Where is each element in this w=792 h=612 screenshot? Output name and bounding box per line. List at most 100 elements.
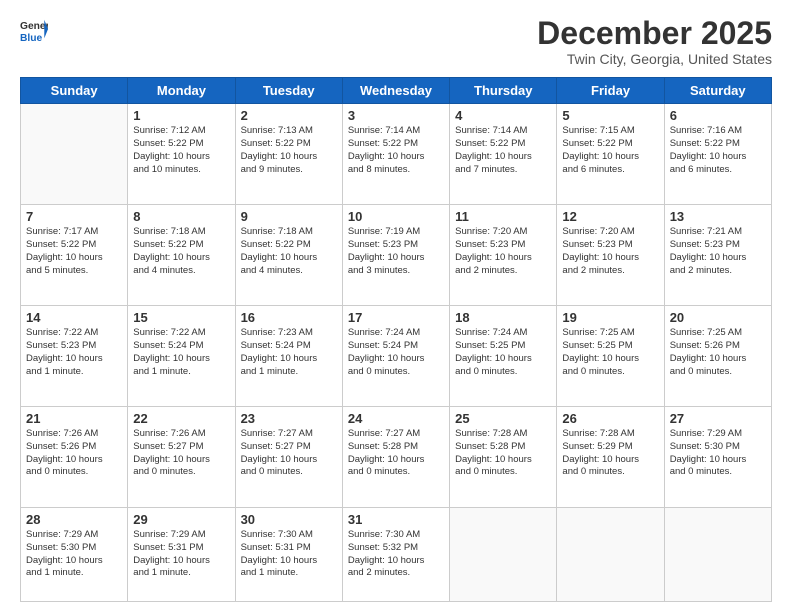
table-row: 7 Sunrise: 7:17 AMSunset: 5:22 PMDaylight…	[21, 205, 128, 306]
day-info: Sunrise: 7:26 AMSunset: 5:26 PMDaylight:…	[26, 428, 122, 479]
calendar-header-row: Sunday Monday Tuesday Wednesday Thursday…	[21, 78, 772, 104]
day-info: Sunrise: 7:24 AMSunset: 5:24 PMDaylight:…	[348, 327, 444, 378]
day-number: 11	[455, 209, 551, 224]
day-number: 10	[348, 209, 444, 224]
day-info: Sunrise: 7:28 AMSunset: 5:29 PMDaylight:…	[562, 428, 658, 479]
day-number: 2	[241, 108, 337, 123]
day-info: Sunrise: 7:27 AMSunset: 5:28 PMDaylight:…	[348, 428, 444, 479]
day-info: Sunrise: 7:16 AMSunset: 5:22 PMDaylight:…	[670, 125, 766, 176]
day-info: Sunrise: 7:28 AMSunset: 5:28 PMDaylight:…	[455, 428, 551, 479]
day-number: 21	[26, 411, 122, 426]
day-number: 8	[133, 209, 229, 224]
title-block: December 2025 Twin City, Georgia, United…	[537, 16, 772, 67]
day-info: Sunrise: 7:22 AMSunset: 5:23 PMDaylight:…	[26, 327, 122, 378]
table-row: 30 Sunrise: 7:30 AMSunset: 5:31 PMDayligh…	[235, 507, 342, 601]
table-row: 18 Sunrise: 7:24 AMSunset: 5:25 PMDayligh…	[450, 306, 557, 407]
day-info: Sunrise: 7:25 AMSunset: 5:26 PMDaylight:…	[670, 327, 766, 378]
day-info: Sunrise: 7:15 AMSunset: 5:22 PMDaylight:…	[562, 125, 658, 176]
day-number: 28	[26, 512, 122, 527]
day-info: Sunrise: 7:20 AMSunset: 5:23 PMDaylight:…	[455, 226, 551, 277]
day-number: 19	[562, 310, 658, 325]
month-title: December 2025	[537, 16, 772, 51]
day-number: 7	[26, 209, 122, 224]
day-info: Sunrise: 7:13 AMSunset: 5:22 PMDaylight:…	[241, 125, 337, 176]
day-info: Sunrise: 7:24 AMSunset: 5:25 PMDaylight:…	[455, 327, 551, 378]
day-info: Sunrise: 7:19 AMSunset: 5:23 PMDaylight:…	[348, 226, 444, 277]
day-info: Sunrise: 7:14 AMSunset: 5:22 PMDaylight:…	[348, 125, 444, 176]
table-row: 9Sunrise: 7:18 AMSunset: 5:22 PMDaylight…	[235, 205, 342, 306]
table-row: 5 Sunrise: 7:15 AMSunset: 5:22 PMDaylight…	[557, 104, 664, 205]
table-row: 16 Sunrise: 7:23 AMSunset: 5:24 PMDayligh…	[235, 306, 342, 407]
table-row: 1Sunrise: 7:12 AMSunset: 5:22 PMDaylight…	[128, 104, 235, 205]
day-number: 30	[241, 512, 337, 527]
day-number: 27	[670, 411, 766, 426]
day-info: Sunrise: 7:20 AMSunset: 5:23 PMDaylight:…	[562, 226, 658, 277]
day-info: Sunrise: 7:21 AMSunset: 5:23 PMDaylight:…	[670, 226, 766, 277]
col-wednesday: Wednesday	[342, 78, 449, 104]
day-number: 4	[455, 108, 551, 123]
day-info: Sunrise: 7:26 AMSunset: 5:27 PMDaylight:…	[133, 428, 229, 479]
table-row: 31Sunrise: 7:30 AMSunset: 5:32 PMDayligh…	[342, 507, 449, 601]
table-row: 24 Sunrise: 7:27 AMSunset: 5:28 PMDayligh…	[342, 407, 449, 508]
table-row: 14 Sunrise: 7:22 AMSunset: 5:23 PMDayligh…	[21, 306, 128, 407]
table-row: 8 Sunrise: 7:18 AMSunset: 5:22 PMDaylight…	[128, 205, 235, 306]
location: Twin City, Georgia, United States	[537, 51, 772, 67]
table-row: 12 Sunrise: 7:20 AMSunset: 5:23 PMDayligh…	[557, 205, 664, 306]
day-number: 23	[241, 411, 337, 426]
day-info: Sunrise: 7:29 AMSunset: 5:30 PMDaylight:…	[26, 529, 122, 580]
table-row: 17 Sunrise: 7:24 AMSunset: 5:24 PMDayligh…	[342, 306, 449, 407]
page: General Blue December 2025 Twin City, Ge…	[0, 0, 792, 612]
day-number: 6	[670, 108, 766, 123]
day-number: 12	[562, 209, 658, 224]
table-row: 15 Sunrise: 7:22 AMSunset: 5:24 PMDayligh…	[128, 306, 235, 407]
table-row: 26Sunrise: 7:28 AMSunset: 5:29 PMDayligh…	[557, 407, 664, 508]
day-info: Sunrise: 7:18 AMSunset: 5:22 PMDaylight:…	[241, 226, 337, 277]
col-tuesday: Tuesday	[235, 78, 342, 104]
day-number: 17	[348, 310, 444, 325]
day-number: 3	[348, 108, 444, 123]
day-number: 14	[26, 310, 122, 325]
table-row: 29Sunrise: 7:29 AMSunset: 5:31 PMDayligh…	[128, 507, 235, 601]
table-row: 22 Sunrise: 7:26 AMSunset: 5:27 PMDayligh…	[128, 407, 235, 508]
day-info: Sunrise: 7:23 AMSunset: 5:24 PMDaylight:…	[241, 327, 337, 378]
table-row	[557, 507, 664, 601]
table-row: 4Sunrise: 7:14 AMSunset: 5:22 PMDaylight…	[450, 104, 557, 205]
day-info: Sunrise: 7:29 AMSunset: 5:30 PMDaylight:…	[670, 428, 766, 479]
table-row	[21, 104, 128, 205]
table-row: 10 Sunrise: 7:19 AMSunset: 5:23 PMDayligh…	[342, 205, 449, 306]
table-row: 2 Sunrise: 7:13 AMSunset: 5:22 PMDaylight…	[235, 104, 342, 205]
day-info: Sunrise: 7:22 AMSunset: 5:24 PMDaylight:…	[133, 327, 229, 378]
day-info: Sunrise: 7:17 AMSunset: 5:22 PMDaylight:…	[26, 226, 122, 277]
logo-icon: General Blue	[20, 16, 48, 44]
day-number: 13	[670, 209, 766, 224]
day-info: Sunrise: 7:25 AMSunset: 5:25 PMDaylight:…	[562, 327, 658, 378]
day-number: 18	[455, 310, 551, 325]
day-number: 16	[241, 310, 337, 325]
table-row	[664, 507, 771, 601]
table-row: 28 Sunrise: 7:29 AMSunset: 5:30 PMDayligh…	[21, 507, 128, 601]
day-number: 31	[348, 512, 444, 527]
table-row: 20Sunrise: 7:25 AMSunset: 5:26 PMDayligh…	[664, 306, 771, 407]
day-info: Sunrise: 7:18 AMSunset: 5:22 PMDaylight:…	[133, 226, 229, 277]
col-sunday: Sunday	[21, 78, 128, 104]
day-info: Sunrise: 7:27 AMSunset: 5:27 PMDaylight:…	[241, 428, 337, 479]
table-row: 13 Sunrise: 7:21 AMSunset: 5:23 PMDayligh…	[664, 205, 771, 306]
table-row: 25Sunrise: 7:28 AMSunset: 5:28 PMDayligh…	[450, 407, 557, 508]
day-number: 22	[133, 411, 229, 426]
col-monday: Monday	[128, 78, 235, 104]
table-row	[450, 507, 557, 601]
table-row: 19 Sunrise: 7:25 AMSunset: 5:25 PMDayligh…	[557, 306, 664, 407]
table-row: 21 Sunrise: 7:26 AMSunset: 5:26 PMDayligh…	[21, 407, 128, 508]
col-saturday: Saturday	[664, 78, 771, 104]
day-info: Sunrise: 7:29 AMSunset: 5:31 PMDaylight:…	[133, 529, 229, 580]
day-info: Sunrise: 7:12 AMSunset: 5:22 PMDaylight:…	[133, 125, 229, 176]
table-row: 23 Sunrise: 7:27 AMSunset: 5:27 PMDayligh…	[235, 407, 342, 508]
day-number: 5	[562, 108, 658, 123]
calendar-table: Sunday Monday Tuesday Wednesday Thursday…	[20, 77, 772, 602]
logo: General Blue	[20, 16, 48, 44]
day-number: 15	[133, 310, 229, 325]
day-info: Sunrise: 7:30 AMSunset: 5:31 PMDaylight:…	[241, 529, 337, 580]
day-number: 24	[348, 411, 444, 426]
header: General Blue December 2025 Twin City, Ge…	[20, 16, 772, 67]
svg-text:Blue: Blue	[20, 33, 43, 44]
